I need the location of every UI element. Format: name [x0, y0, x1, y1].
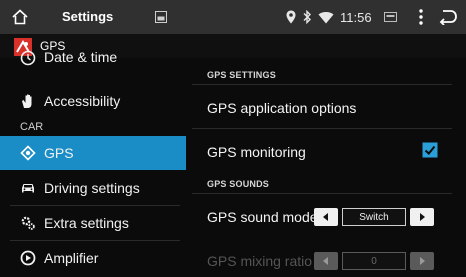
gps-mixing-ratio-value: 0	[342, 252, 406, 270]
gps-sound-mode-label: GPS sound mode	[207, 209, 318, 225]
sidebar-item-label: Date & time	[44, 49, 118, 65]
home-icon[interactable]	[11, 8, 29, 26]
gps-mixing-ratio-stepper: 0	[314, 252, 434, 270]
status-bar: Settings 11:56	[0, 0, 466, 34]
sidebar-item-label: Extra settings	[44, 215, 129, 231]
status-bar-title: Settings	[62, 9, 114, 24]
hand-icon	[22, 94, 32, 108]
amplifier-icon	[20, 250, 36, 266]
arrow-left-icon	[323, 213, 328, 221]
sidebar-item-label: Accessibility	[44, 93, 121, 109]
card-icon	[383, 12, 397, 22]
bluetooth-icon	[303, 10, 311, 24]
sidebar-item-driving-settings[interactable]: Driving settings	[0, 171, 186, 205]
sidebar-item-label: Driving settings	[44, 180, 140, 196]
sidebar-item-gps[interactable]: GPS	[0, 136, 186, 170]
section-header-gps-settings: GPS SETTINGS	[207, 70, 276, 80]
sidebar-item-label: Amplifier	[44, 250, 99, 266]
gps-sound-mode-value: Switch	[342, 208, 406, 226]
increase-button[interactable]	[410, 252, 434, 270]
gps-monitoring-checkbox[interactable]	[422, 142, 438, 158]
divider	[192, 84, 452, 85]
sidebar-item-label: GPS	[44, 145, 74, 161]
sidebar-item-date-time[interactable]: Date & time	[0, 44, 186, 72]
back-icon[interactable]	[438, 9, 458, 25]
status-icons: 11:56	[286, 0, 402, 34]
overflow-menu-icon[interactable]	[418, 8, 424, 26]
car-icon	[22, 184, 34, 193]
arrow-right-icon	[420, 213, 425, 221]
sidebar: Date & time Accessibility CAR GPS Drivin…	[0, 49, 186, 277]
gears-icon	[21, 216, 35, 230]
divider	[192, 128, 452, 129]
wifi-icon	[318, 11, 334, 23]
next-button[interactable]	[410, 208, 434, 226]
divider	[192, 193, 452, 194]
sidebar-item-amplifier[interactable]: Amplifier	[0, 241, 186, 275]
clock: 11:56	[340, 9, 372, 25]
gps-application-options[interactable]: GPS application options	[207, 100, 356, 116]
category-label: CAR	[20, 121, 44, 133]
gps-mixing-ratio-label: GPS mixing ratio	[207, 253, 313, 269]
gps-icon	[20, 145, 36, 161]
gps-monitoring-label[interactable]: GPS monitoring	[207, 144, 306, 160]
gps-sound-mode-stepper: Switch	[314, 208, 434, 226]
section-header-gps-sounds: GPS SOUNDS	[207, 179, 270, 189]
previous-button[interactable]	[314, 208, 338, 226]
sidebar-item-accessibility[interactable]: Accessibility	[0, 84, 186, 118]
sidebar-item-extra-settings[interactable]: Extra settings	[0, 206, 186, 240]
decrease-button[interactable]	[314, 252, 338, 270]
arrow-right-icon	[420, 257, 425, 265]
location-icon	[286, 10, 296, 24]
image-icon	[155, 11, 167, 23]
settings-panel: GPS SETTINGS GPS application options GPS…	[186, 58, 466, 277]
arrow-left-icon	[323, 257, 328, 265]
clock-icon	[20, 50, 36, 66]
